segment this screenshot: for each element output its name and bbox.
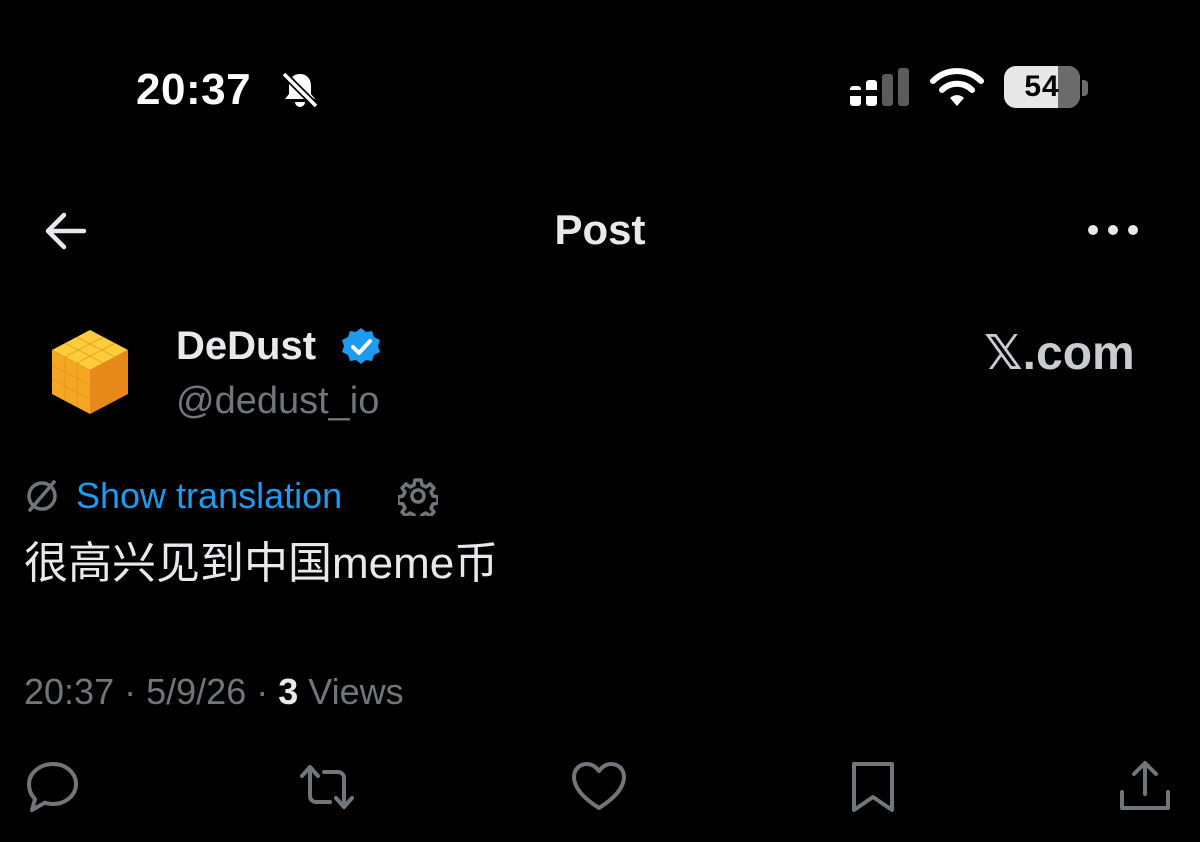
bookmark-icon[interactable] bbox=[842, 756, 904, 818]
bell-slash-icon bbox=[278, 68, 322, 112]
author-handle[interactable]: @dedust_io bbox=[176, 378, 379, 424]
signal-icon bbox=[848, 66, 912, 110]
author-name[interactable]: DeDust bbox=[176, 322, 316, 370]
page-title: Post bbox=[554, 206, 646, 253]
verified-badge-icon bbox=[340, 326, 382, 368]
avatar[interactable] bbox=[48, 326, 132, 416]
post-time: 20:37 bbox=[24, 671, 115, 712]
battery-level: 54 bbox=[1024, 70, 1060, 103]
show-translation-link[interactable]: Show translation bbox=[76, 474, 342, 518]
post-meta: 20:37 · 5/9/26 · 3 Views bbox=[24, 668, 404, 716]
like-icon[interactable] bbox=[568, 756, 630, 818]
share-icon[interactable] bbox=[1114, 756, 1176, 818]
post-text: 很高兴见到中国meme币 bbox=[24, 539, 499, 588]
battery-fill bbox=[1058, 66, 1080, 108]
more-horizontal-icon[interactable] bbox=[1084, 214, 1142, 246]
battery-tip bbox=[1082, 80, 1088, 96]
reply-icon[interactable] bbox=[22, 756, 84, 818]
meta-separator: · bbox=[256, 671, 269, 712]
battery-icon: 54 bbox=[1004, 66, 1080, 108]
wifi-icon bbox=[928, 66, 986, 110]
views-count[interactable]: 3 bbox=[278, 671, 298, 712]
views-label[interactable]: Views bbox=[308, 671, 403, 712]
repost-icon[interactable] bbox=[296, 756, 358, 818]
translate-off-icon bbox=[24, 478, 60, 514]
x-com-watermark: 𝕏.com bbox=[984, 327, 1135, 380]
status-time: 20:37 bbox=[136, 65, 252, 114]
post-date: 5/9/26 bbox=[146, 671, 247, 712]
gear-icon[interactable] bbox=[398, 476, 438, 516]
meta-separator: · bbox=[124, 671, 137, 712]
